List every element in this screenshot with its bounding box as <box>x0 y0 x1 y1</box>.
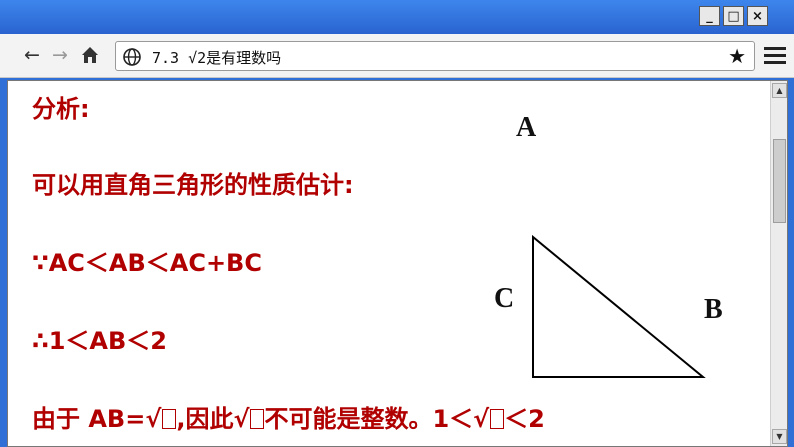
maximize-button[interactable]: □ <box>723 6 744 26</box>
line-4-text: 由于 AB=√ ,因此√ 不可能是整数。1＜√ ＜2 <box>32 399 545 434</box>
menu-button[interactable] <box>764 44 786 66</box>
window-controls: _ □ × <box>699 6 768 26</box>
title-bar: _ □ × <box>0 0 794 34</box>
scroll-down-arrow[interactable]: ▼ <box>772 429 787 444</box>
hamburger-icon <box>764 47 786 50</box>
home-button[interactable] <box>78 43 102 67</box>
vertex-c-label: C <box>494 283 515 314</box>
forward-button[interactable]: → <box>48 43 72 67</box>
back-button[interactable]: ← <box>20 43 44 67</box>
browser-toolbar: ← → 7.3 √2是有理数吗 ★ <box>0 34 794 78</box>
vertex-a-label: A <box>516 112 537 143</box>
vertical-scrollbar[interactable]: ▲ ▼ <box>770 81 787 446</box>
close-button[interactable]: × <box>747 6 768 26</box>
triangle-shape <box>532 234 706 378</box>
hamburger-icon-line <box>764 54 786 57</box>
heading-text: 分析: <box>32 95 90 123</box>
content-frame: 分析: 可以用直角三角形的性质估计: ∵AC＜AB＜AC+BC ∴1＜AB＜2 … <box>7 80 788 447</box>
sqrt-placeholder-box <box>162 409 177 429</box>
bookmark-star-icon[interactable]: ★ <box>728 44 746 68</box>
line-1-text: 可以用直角三角形的性质估计: <box>32 171 354 199</box>
vertex-b-label: B <box>704 294 723 325</box>
home-icon <box>82 47 98 63</box>
url-text[interactable]: 7.3 √2是有理数吗 <box>152 47 281 68</box>
hamburger-icon-line <box>764 61 786 64</box>
globe-icon <box>123 48 141 66</box>
minimize-button[interactable]: _ <box>699 6 720 26</box>
scroll-thumb[interactable] <box>773 139 786 223</box>
scroll-up-arrow[interactable]: ▲ <box>772 83 787 98</box>
sqrt-placeholder-box <box>250 409 265 429</box>
line-4-part-a: 由于 AB=√ <box>32 405 162 433</box>
line-3-text: ∴1＜AB＜2 <box>32 327 167 355</box>
line-4-part-b: ,因此√ <box>176 405 250 433</box>
address-bar[interactable]: 7.3 √2是有理数吗 ★ <box>115 41 755 71</box>
line-4-part-c: 不可能是整数。1＜√ <box>264 405 490 433</box>
line-2-text: ∵AC＜AB＜AC+BC <box>32 249 262 277</box>
